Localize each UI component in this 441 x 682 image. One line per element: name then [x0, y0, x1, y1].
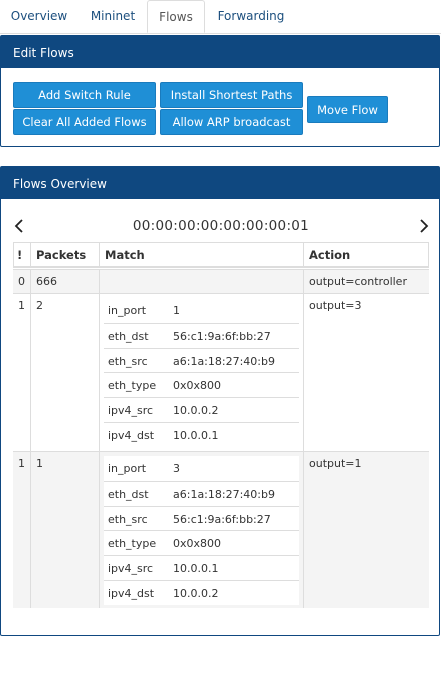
match-key: in_port	[108, 462, 147, 475]
add-switch-rule-button[interactable]: Add Switch Rule	[13, 82, 156, 108]
match-value: 3	[173, 462, 180, 475]
row-action: output=1	[309, 457, 362, 470]
allow-arp-broadcast-button[interactable]: Allow ARP broadcast	[160, 109, 303, 135]
match-key: ipv4_dst	[108, 586, 155, 600]
row-packets: 2	[31, 294, 100, 451]
match-key: in_port	[108, 304, 147, 317]
table-row: 0 666 output=controller	[13, 269, 429, 293]
col-header-match: Match	[100, 242, 304, 268]
device-id: 00:00:00:00:00:00:00:01	[132, 218, 310, 234]
install-shortest-paths-button[interactable]: Install Shortest Paths	[160, 82, 303, 108]
tab-forwarding[interactable]: Forwarding	[205, 0, 297, 33]
match-field: in_port 1	[104, 298, 299, 323]
match-value: 10.0.0.1	[173, 428, 219, 442]
row-match	[100, 270, 304, 293]
match-value: 10.0.0.1	[173, 562, 219, 576]
row-packets: 1	[31, 452, 100, 608]
col-header-action: Action	[304, 242, 429, 268]
match-field: eth_src 56:c1:9a:6f:bb:27	[104, 505, 299, 531]
match-value: 10.0.0.2	[173, 404, 219, 418]
edit-flows-title: Edit Flows	[1, 36, 439, 68]
match-value: 0x0x800	[173, 379, 222, 393]
next-device-button[interactable]	[418, 214, 434, 238]
flows-overview-title: Flows Overview	[1, 167, 439, 199]
edit-flows-panel: Edit Flows Add Switch Rule Clear All Add…	[0, 35, 440, 147]
match-table: in_port 1 eth_dst 56:c1:9a:6f:bb:27 eth_sr…	[104, 298, 299, 447]
row-match: in_port 3 eth_dst a6:1a:18:27:40:b9 eth_sr…	[100, 452, 304, 608]
match-field: ipv4_src 10.0.0.1	[104, 555, 299, 580]
row-match: in_port 1 eth_dst 56:c1:9a:6f:bb:27 eth_sr…	[100, 294, 304, 451]
table-row: 1 1 in_port 3 eth_dst a6:1a:18:27:40:b9 et…	[13, 451, 429, 608]
match-key: eth_src	[108, 512, 148, 526]
row-priority: 1	[13, 294, 31, 451]
device-selector: 00:00:00:00:00:00:00:01	[13, 214, 429, 238]
match-value: 56:c1:9a:6f:bb:27	[173, 329, 271, 343]
match-value: 56:c1:9a:6f:bb:27	[173, 512, 271, 526]
match-field: eth_type 0x0x800	[104, 530, 299, 555]
match-field: in_port 3	[104, 456, 299, 481]
tab-bar: Overview Mininet Flows Forwarding	[0, 0, 441, 34]
match-key: eth_type	[108, 537, 157, 551]
tab-mininet[interactable]: Mininet	[78, 0, 148, 33]
col-header-priority: !	[13, 242, 31, 268]
match-field: ipv4_dst 10.0.0.2	[104, 579, 299, 605]
tab-flows[interactable]: Flows	[147, 0, 205, 33]
clear-all-flows-button[interactable]: Clear All Added Flows	[13, 109, 156, 135]
match-value: a6:1a:18:27:40:b9	[173, 487, 275, 501]
match-key: ipv4_src	[108, 562, 154, 576]
match-key: eth_dst	[108, 329, 149, 343]
match-field: eth_dst a6:1a:18:27:40:b9	[104, 480, 299, 506]
match-value: 10.0.0.2	[173, 586, 219, 600]
row-packets: 666	[31, 270, 100, 293]
match-key: ipv4_dst	[108, 428, 155, 442]
match-field: ipv4_dst 10.0.0.1	[104, 421, 299, 447]
match-field: eth_type 0x0x800	[104, 372, 299, 397]
match-key: eth_src	[108, 354, 148, 368]
row-action: output=3	[309, 299, 362, 312]
match-key: eth_type	[108, 379, 157, 393]
match-field: ipv4_src 10.0.0.2	[104, 397, 299, 422]
match-field: eth_dst 56:c1:9a:6f:bb:27	[104, 322, 299, 348]
match-key: ipv4_src	[108, 404, 154, 418]
match-table: in_port 3 eth_dst a6:1a:18:27:40:b9 eth_sr…	[104, 456, 299, 605]
match-value: a6:1a:18:27:40:b9	[173, 354, 275, 368]
chevron-right-icon	[420, 219, 429, 233]
match-key: eth_dst	[108, 487, 149, 501]
row-priority: 0	[13, 270, 31, 293]
row-action: output=controller	[309, 275, 407, 288]
move-flow-button[interactable]: Move Flow	[307, 96, 388, 123]
table-row: 1 2 in_port 1 eth_dst 56:c1:9a:6f:bb:27 et…	[13, 293, 429, 451]
match-value: 1	[173, 304, 180, 317]
tab-overview[interactable]: Overview	[0, 0, 78, 33]
row-priority: 1	[13, 452, 31, 608]
match-field: eth_src a6:1a:18:27:40:b9	[104, 347, 299, 373]
col-header-packets: Packets	[31, 242, 100, 268]
match-value: 0x0x800	[173, 537, 222, 551]
